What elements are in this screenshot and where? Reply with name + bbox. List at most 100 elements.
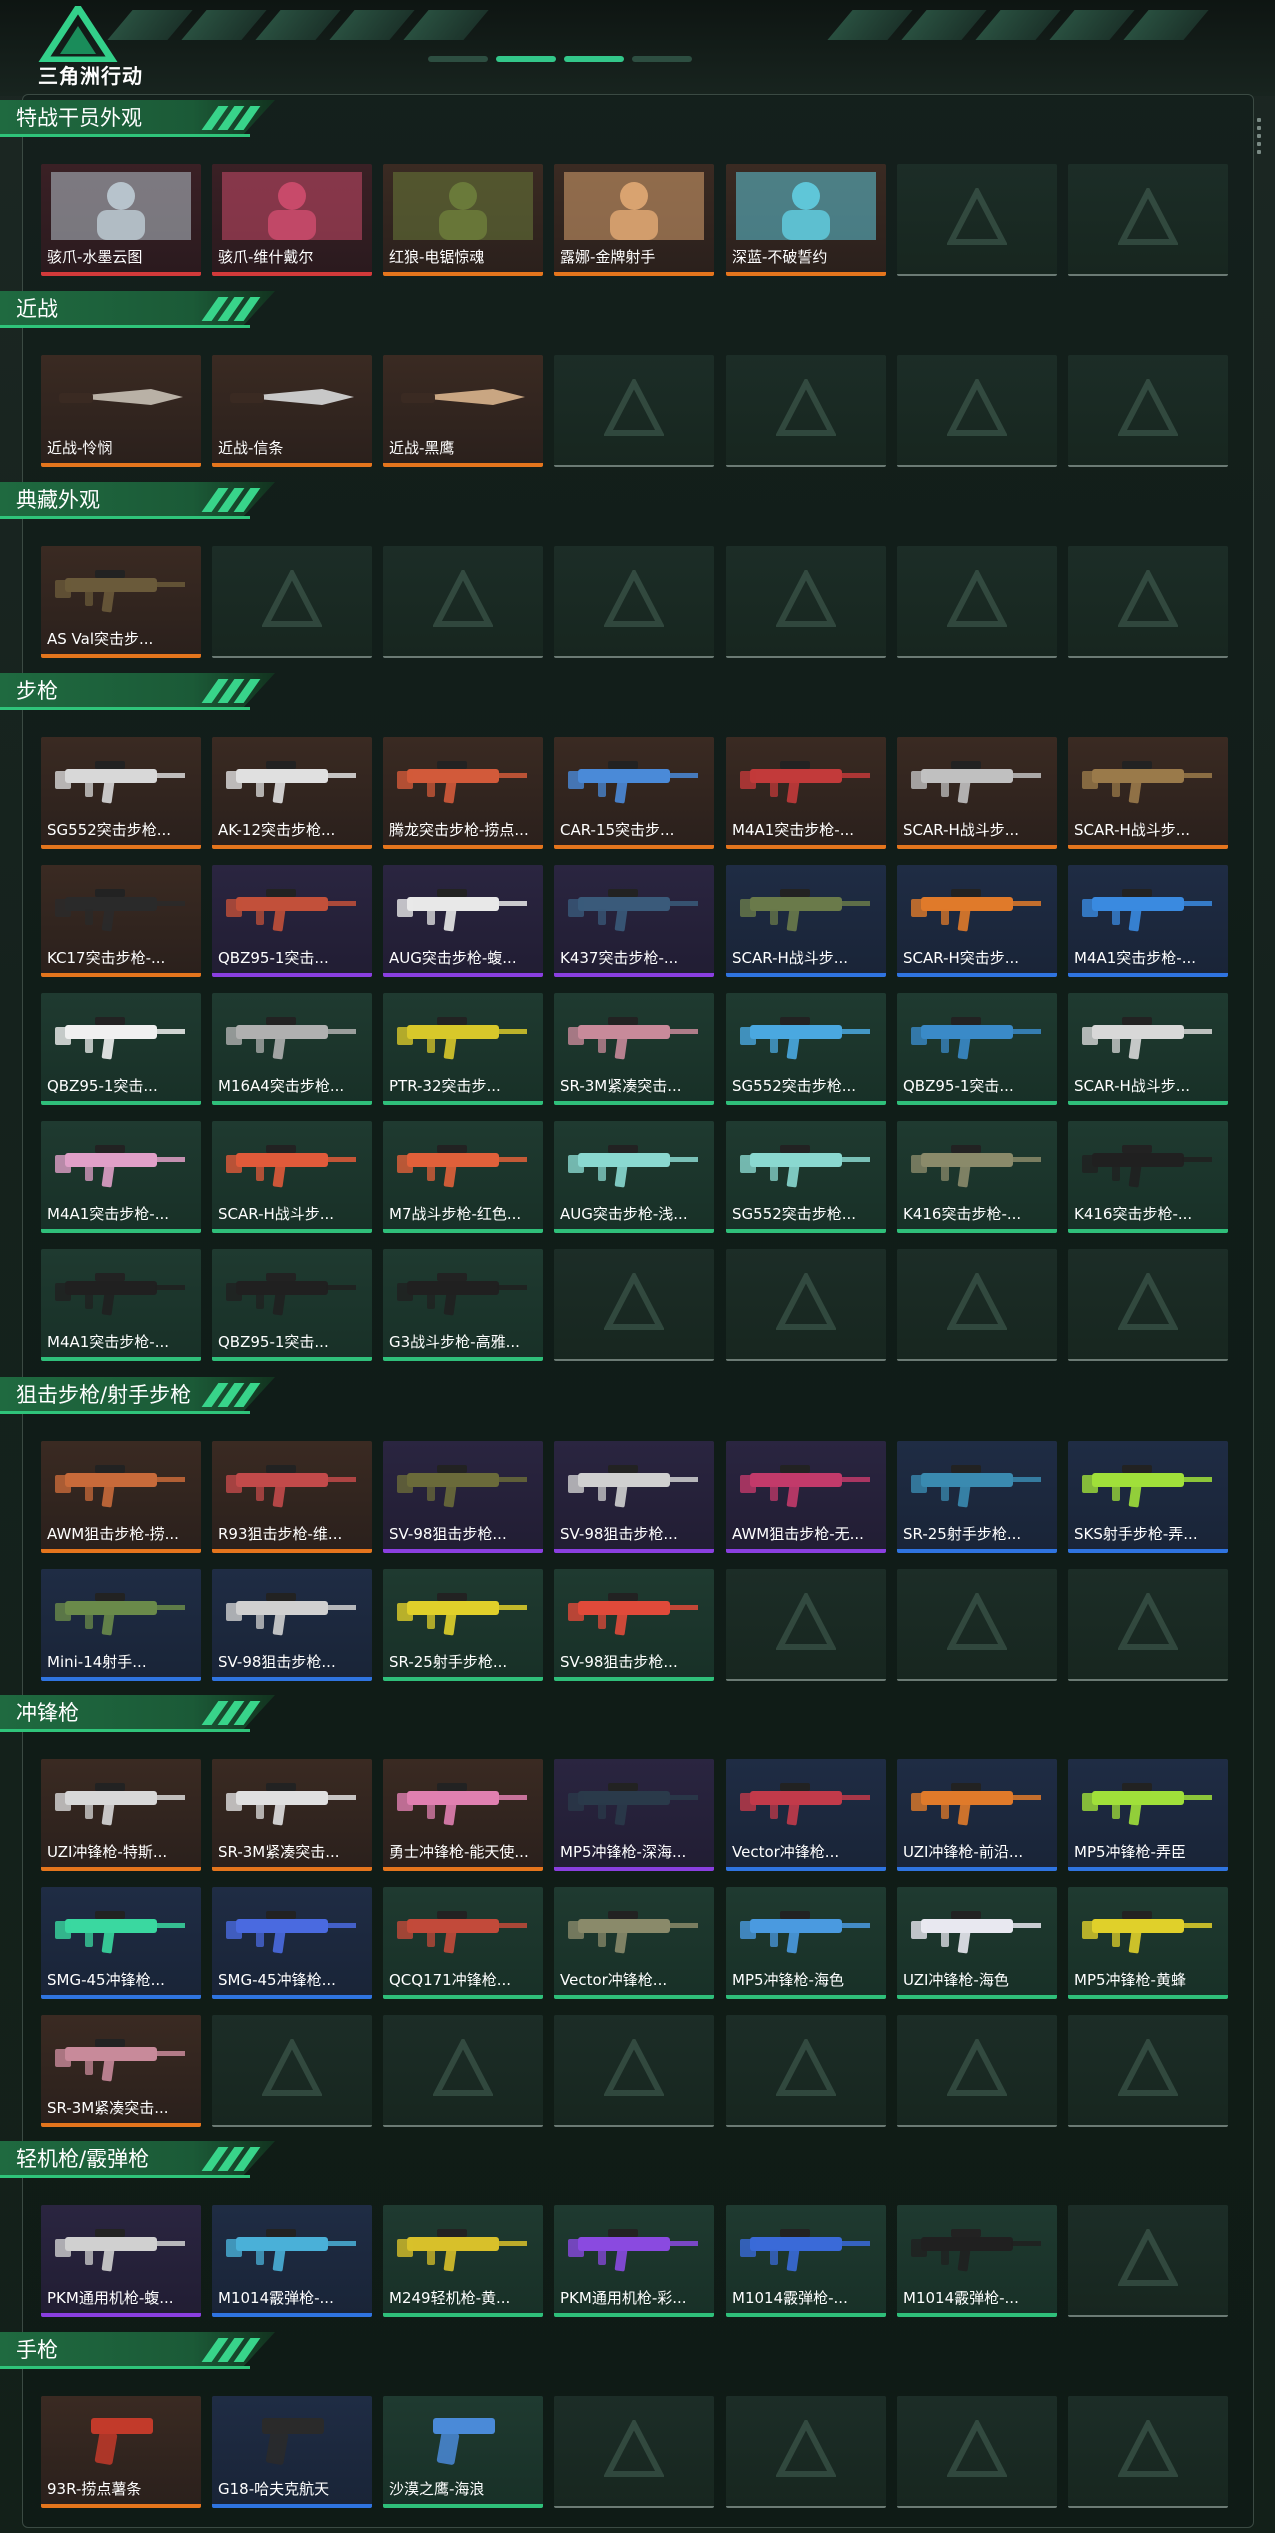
slot-bottom-line [554,2506,714,2508]
skin-item-card[interactable]: 露娜-金牌射手 [554,164,714,276]
slot-bottom-line [726,465,886,467]
skin-item-card[interactable]: 沙漠之鹰-海浪 [383,2396,543,2508]
delta-watermark-icon [947,2039,1007,2096]
skin-item-card[interactable]: QBZ95-1突击... [212,1249,372,1361]
skin-item-card[interactable]: AWM狙击步枪-捞... [41,1441,201,1553]
skin-item-card[interactable]: M1014霰弹枪-... [212,2205,372,2317]
weapon-icon [568,1145,698,1188]
scrollbar-handle[interactable] [1257,118,1263,158]
skin-item-card[interactable]: QCQ171冲锋枪... [383,1887,543,1999]
skin-item-card[interactable]: SR-3M紧凑突击... [554,993,714,1105]
skin-item-card[interactable]: 近战-黑鹰 [383,355,543,467]
skin-item-card[interactable]: AWM狙击步枪-无... [726,1441,886,1553]
skin-item-card[interactable]: SCAR-H战斗步... [1068,993,1228,1105]
skin-item-card[interactable]: AS Val突击步... [41,546,201,658]
skin-item-card[interactable]: UZI冲锋枪-前沿... [897,1759,1057,1871]
weapon-icon [226,1911,356,1954]
skin-item-card[interactable]: M4A1突击步枪-... [1068,865,1228,977]
delta-watermark-icon [262,570,322,627]
skin-item-card[interactable]: 深蓝-不破誓约 [726,164,886,276]
skin-item-card[interactable]: SKS射手步枪-弄... [1068,1441,1228,1553]
skin-item-card[interactable]: M1014霰弹枪-... [897,2205,1057,2317]
weapon-icon [55,1783,185,1826]
skin-item-label: SG552突击步枪... [732,1077,857,1095]
skin-item-card[interactable]: CAR-15突击步... [554,737,714,849]
skin-item-card[interactable]: SMG-45冲锋枪... [212,1887,372,1999]
rarity-bar [897,973,1057,977]
skin-item-card[interactable]: M4A1突击步枪-... [41,1249,201,1361]
skin-item-card[interactable]: K416突击步枪-... [897,1121,1057,1233]
skin-item-card[interactable]: SV-98狙击步枪... [212,1569,372,1681]
skin-item-card[interactable]: K416突击步枪-... [1068,1121,1228,1233]
skin-item-card[interactable]: SR-25射手步枪... [383,1569,543,1681]
skin-item-card[interactable]: G3战斗步枪-高雅... [383,1249,543,1361]
skin-item-card[interactable]: SR-3M紧凑突击... [212,1759,372,1871]
skin-item-card[interactable]: SV-98狙击步枪... [554,1441,714,1553]
weapon-icon [568,1465,698,1508]
skin-item-card[interactable]: M4A1突击步枪-... [41,1121,201,1233]
skin-item-card[interactable]: QBZ95-1突击... [41,993,201,1105]
empty-slot [897,1249,1057,1361]
skin-item-card[interactable]: SV-98狙击步枪... [554,1569,714,1681]
skin-item-card[interactable]: SG552突击步枪... [726,993,886,1105]
skin-item-card[interactable]: 骇爪-维什戴尔 [212,164,372,276]
skin-item-card[interactable]: KC17突击步枪-... [41,865,201,977]
skin-item-card[interactable]: M16A4突击步枪... [212,993,372,1105]
skin-item-card[interactable]: MP5冲锋枪-海色 [726,1887,886,1999]
skin-item-card[interactable]: M7战斗步枪-红色... [383,1121,543,1233]
skin-item-card[interactable]: SG552突击步枪... [726,1121,886,1233]
weapon-icon [740,1017,870,1060]
skin-item-card[interactable]: M4A1突击步枪-... [726,737,886,849]
skin-item-card[interactable]: 红狼-电锯惊魂 [383,164,543,276]
skin-item-card[interactable]: G18-哈夫克航天 [212,2396,372,2508]
skin-item-card[interactable]: SV-98狙击步枪... [383,1441,543,1553]
slot-bottom-line [383,656,543,658]
rarity-bar [41,1867,201,1871]
skin-item-card[interactable]: 93R-捞点薯条 [41,2396,201,2508]
empty-slot [1068,1249,1228,1361]
skin-item-card[interactable]: Vector冲锋枪... [554,1887,714,1999]
skin-item-card[interactable]: PKM通用机枪-彩... [554,2205,714,2317]
skin-item-card[interactable]: Vector冲锋枪... [726,1759,886,1871]
skin-item-card[interactable]: MP5冲锋枪-弄臣 [1068,1759,1228,1871]
skin-item-card[interactable]: SCAR-H战斗步... [1068,737,1228,849]
rarity-bar [1068,1229,1228,1233]
skin-item-card[interactable]: 勇士冲锋枪-能天使... [383,1759,543,1871]
skin-item-card[interactable]: UZI冲锋枪-特斯... [41,1759,201,1871]
skin-item-card[interactable]: AUG突击步枪-浅... [554,1121,714,1233]
skin-item-card[interactable]: SCAR-H战斗步... [726,865,886,977]
skin-item-card[interactable]: 腾龙突击步枪-捞点... [383,737,543,849]
skin-item-card[interactable]: QBZ95-1突击... [897,993,1057,1105]
skin-item-card[interactable]: SCAR-H战斗步... [897,737,1057,849]
skin-item-card[interactable]: MP5冲锋枪-深海... [554,1759,714,1871]
skin-item-card[interactable]: Mini-14射手... [41,1569,201,1681]
skin-item-card[interactable]: SCAR-H战斗步... [212,1121,372,1233]
skin-item-card[interactable]: PKM通用机枪-蝮... [41,2205,201,2317]
delta-watermark-icon [776,2420,836,2477]
skin-item-card[interactable]: M249轻机枪-黄... [383,2205,543,2317]
skin-item-label: UZI冲锋枪-海色 [903,1971,1009,1989]
skin-item-card[interactable]: PTR-32突击步... [383,993,543,1105]
weapon-icon [226,761,356,804]
skin-item-label: 93R-捞点薯条 [47,2480,142,2498]
skin-item-card[interactable]: AK-12突击步枪... [212,737,372,849]
skin-item-card[interactable]: SMG-45冲锋枪... [41,1887,201,1999]
skin-item-card[interactable]: 近战-怜悯 [41,355,201,467]
skin-item-label: QCQ171冲锋枪... [389,1971,512,1989]
skin-item-card[interactable]: AUG突击步枪-蝮... [383,865,543,977]
skin-item-card[interactable]: SCAR-H突击步... [897,865,1057,977]
skin-item-card[interactable]: MP5冲锋枪-黄蜂 [1068,1887,1228,1999]
delta-watermark-icon [433,2039,493,2096]
rarity-bar [212,1229,372,1233]
skin-item-card[interactable]: SR-3M紧凑突击... [41,2015,201,2127]
skin-item-card[interactable]: M1014霰弹枪-... [726,2205,886,2317]
skin-item-card[interactable]: 近战-信条 [212,355,372,467]
rarity-bar [383,845,543,849]
skin-item-card[interactable]: QBZ95-1突击... [212,865,372,977]
skin-item-card[interactable]: R93狙击步枪-维... [212,1441,372,1553]
skin-item-card[interactable]: K437突击步枪-... [554,865,714,977]
skin-item-card[interactable]: 骇爪-水墨云图 [41,164,201,276]
skin-item-card[interactable]: SG552突击步枪... [41,737,201,849]
skin-item-card[interactable]: SR-25射手步枪... [897,1441,1057,1553]
skin-item-card[interactable]: UZI冲锋枪-海色 [897,1887,1057,1999]
